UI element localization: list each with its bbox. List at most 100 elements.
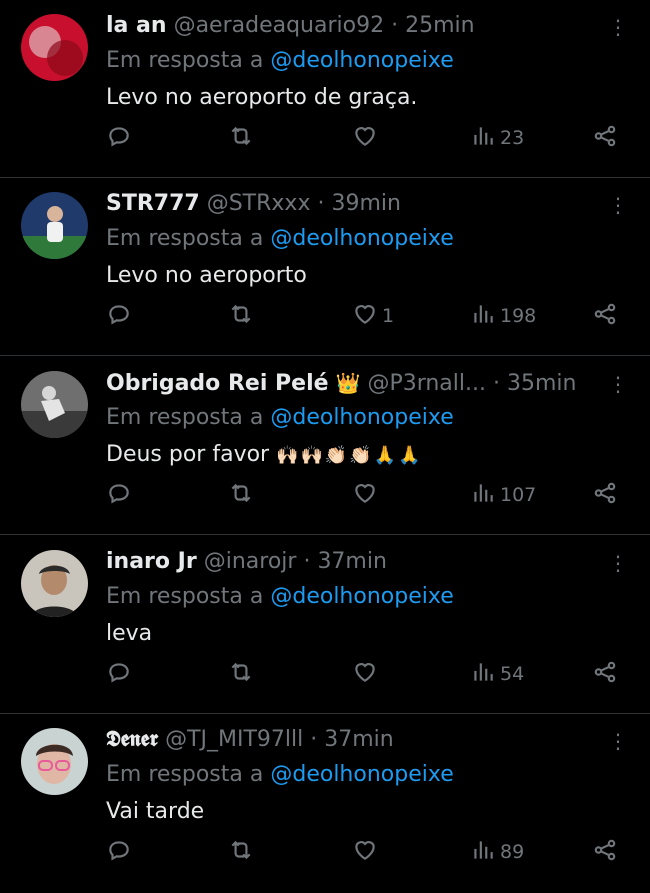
reply-emoji: 🙌🏻🙌🏻👏🏻👏🏻🙏🙏: [276, 445, 423, 466]
reply-text: Vai tarde: [106, 799, 205, 824]
share-button[interactable]: [592, 654, 618, 694]
user-handle[interactable]: @P3rnall...: [367, 371, 486, 396]
reply-text: Deus por favor: [106, 442, 270, 467]
view-count: 198: [500, 305, 537, 327]
reply-button[interactable]: [106, 475, 132, 515]
share-icon: [592, 123, 618, 154]
views-bar-chart-icon: [470, 123, 496, 154]
like-button[interactable]: 1: [352, 296, 394, 336]
reply-item[interactable]: Obrigado Rei Pelé 👑 @P3rnall... · 35min …: [0, 357, 650, 535]
reply-item[interactable]: 𝕯𝖊𝖓𝖊𝖗 @TJ_MIT97lll · 37min ⋮ Em resposta…: [0, 714, 650, 892]
mention-link[interactable]: @deolhonopeixe: [270, 48, 453, 73]
reply-header: STR777 @STRxxx · 39min: [106, 186, 602, 222]
display-name[interactable]: la an: [106, 13, 167, 38]
repost-button[interactable]: [228, 475, 254, 515]
heart-icon: [352, 480, 378, 511]
heart-icon: [352, 123, 378, 154]
reply-text-row: Deus por favor 🙌🏻🙌🏻👏🏻👏🏻🙏🙏: [106, 437, 423, 474]
more-vertical-icon[interactable]: ⋮: [606, 188, 630, 222]
display-name[interactable]: Obrigado Rei Pelé: [106, 371, 329, 396]
reply-item[interactable]: inaro Jr @inarojr · 37min ⋮ Em resposta …: [0, 536, 650, 714]
reply-button[interactable]: [106, 118, 132, 158]
repost-button[interactable]: [228, 832, 254, 872]
timestamp[interactable]: 25min: [405, 13, 474, 38]
avatar[interactable]: [21, 192, 88, 259]
views-button[interactable]: 107: [470, 475, 536, 515]
in-reply-label: Em resposta a: [106, 405, 264, 430]
user-handle[interactable]: @inarojr: [204, 549, 297, 574]
like-button[interactable]: [352, 475, 382, 515]
like-button[interactable]: [352, 118, 382, 158]
reply-header: Obrigado Rei Pelé 👑 @P3rnall... · 35min: [106, 365, 602, 401]
timestamp[interactable]: 37min: [317, 549, 386, 574]
action-bar: 89: [0, 832, 650, 872]
views-bar-chart-icon: [470, 480, 496, 511]
like-count: 1: [382, 305, 395, 327]
action-bar: 23: [0, 118, 650, 158]
user-handle[interactable]: @TJ_MIT97lll: [165, 727, 303, 752]
in-reply-to: Em resposta a @deolhonopeixe: [106, 44, 454, 78]
repost-icon: [228, 301, 254, 332]
reply-button[interactable]: [106, 832, 132, 872]
reply-header: inaro Jr @inarojr · 37min: [106, 544, 602, 580]
views-bar-chart-icon: [470, 659, 496, 690]
more-vertical-icon[interactable]: ⋮: [606, 367, 630, 401]
reply-item[interactable]: STR777 @STRxxx · 39min ⋮ Em resposta a @…: [0, 178, 650, 356]
user-handle[interactable]: @aeradeaquario92: [174, 13, 385, 38]
avatar[interactable]: [21, 14, 88, 81]
reply-text: leva: [106, 621, 153, 646]
more-vertical-icon[interactable]: ⋮: [606, 546, 630, 580]
views-button[interactable]: 54: [470, 654, 524, 694]
repost-icon: [228, 659, 254, 690]
share-icon: [592, 837, 618, 868]
views-button[interactable]: 198: [470, 296, 536, 336]
share-button[interactable]: [592, 832, 618, 872]
display-name[interactable]: STR777: [106, 191, 200, 216]
timestamp[interactable]: 35min: [507, 371, 576, 396]
reply-bubble-icon: [106, 123, 132, 154]
view-count: 54: [500, 663, 525, 685]
view-count: 23: [500, 127, 525, 149]
reply-button[interactable]: [106, 654, 132, 694]
repost-button[interactable]: [228, 296, 254, 336]
reply-header: la an @aeradeaquario92 · 25min: [106, 8, 602, 44]
avatar[interactable]: [21, 728, 88, 795]
share-button[interactable]: [592, 296, 618, 336]
views-button[interactable]: 23: [470, 118, 524, 158]
reply-text: Levo no aeroporto de graça.: [106, 85, 418, 110]
in-reply-label: Em resposta a: [106, 584, 264, 609]
repost-button[interactable]: [228, 118, 254, 158]
share-button[interactable]: [592, 475, 618, 515]
reply-bubble-icon: [106, 659, 132, 690]
avatar[interactable]: [21, 371, 88, 438]
mention-link[interactable]: @deolhonopeixe: [270, 405, 453, 430]
display-name[interactable]: inaro Jr: [106, 549, 197, 574]
timestamp[interactable]: 37min: [324, 727, 393, 752]
separator-dot: ·: [493, 371, 500, 396]
like-button[interactable]: [352, 654, 382, 694]
reply-button[interactable]: [106, 296, 132, 336]
view-count: 89: [500, 841, 525, 863]
reply-text: Levo no aeroporto: [106, 263, 307, 288]
display-name[interactable]: 𝕯𝖊𝖓𝖊𝖗: [106, 727, 158, 752]
separator-dot: ·: [310, 727, 318, 752]
more-vertical-icon[interactable]: ⋮: [606, 724, 630, 758]
heart-icon: [352, 837, 378, 868]
repost-button[interactable]: [228, 654, 254, 694]
timestamp[interactable]: 39min: [331, 191, 400, 216]
mention-link[interactable]: @deolhonopeixe: [270, 762, 453, 787]
share-button[interactable]: [592, 118, 618, 158]
in-reply-to: Em resposta a @deolhonopeixe: [106, 401, 454, 435]
mention-link[interactable]: @deolhonopeixe: [270, 584, 453, 609]
in-reply-to: Em resposta a @deolhonopeixe: [106, 222, 454, 256]
reply-header: 𝕯𝖊𝖓𝖊𝖗 @TJ_MIT97lll · 37min: [106, 722, 602, 758]
mention-link[interactable]: @deolhonopeixe: [270, 226, 453, 251]
avatar[interactable]: [21, 550, 88, 617]
heart-icon: [352, 659, 378, 690]
separator-dot: ·: [317, 191, 325, 216]
more-vertical-icon[interactable]: ⋮: [606, 10, 630, 44]
like-button[interactable]: [352, 832, 382, 872]
views-button[interactable]: 89: [470, 832, 524, 872]
user-handle[interactable]: @STRxxx: [207, 191, 311, 216]
reply-item[interactable]: la an @aeradeaquario92 · 25min ⋮ Em resp…: [0, 0, 650, 178]
